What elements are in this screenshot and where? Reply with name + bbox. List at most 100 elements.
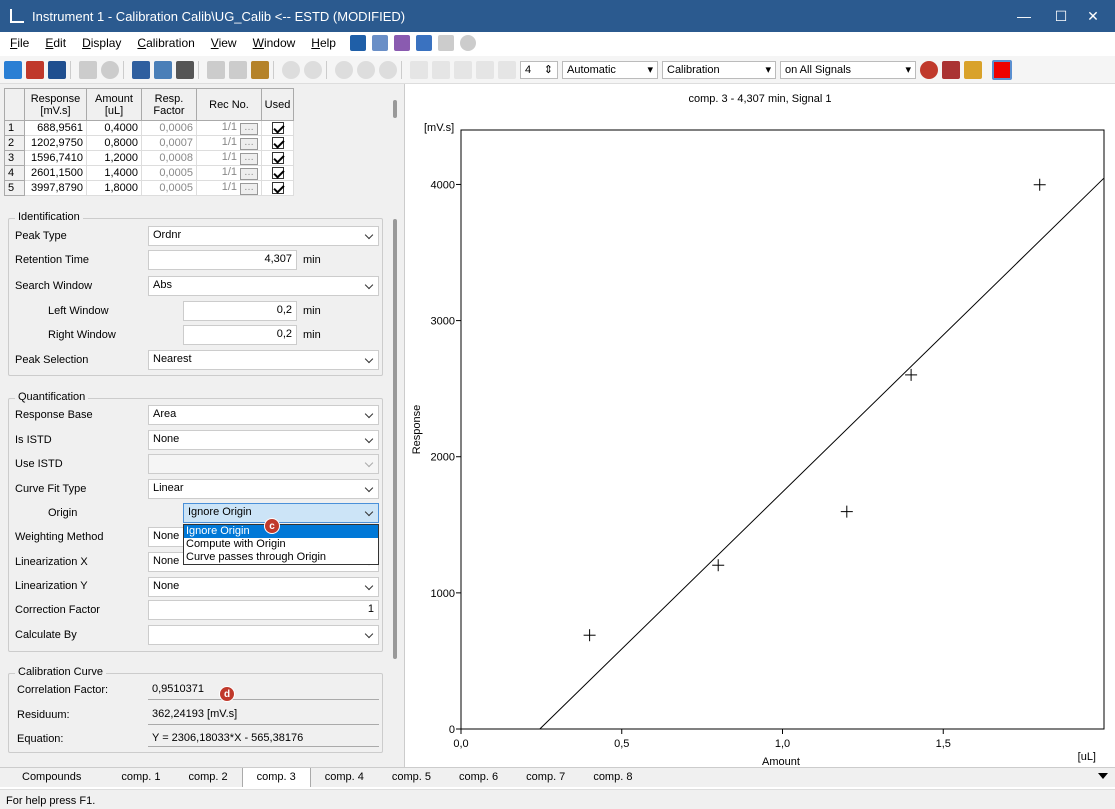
peak-tool-5-icon[interactable] (498, 60, 516, 79)
table-row[interactable]: 3 1596,7410 1,2000 0,0008 1/1… (4, 150, 294, 166)
menu-item-0[interactable]: File (0, 36, 35, 50)
menu-item-5[interactable]: Window (243, 36, 302, 50)
report-icon[interactable] (415, 35, 432, 51)
filter-icon[interactable] (964, 60, 982, 79)
col-recno[interactable]: Rec No. (196, 88, 262, 121)
zoom-in-icon[interactable] (335, 60, 353, 79)
image-icon[interactable] (437, 35, 454, 51)
calibration-point-5[interactable] (1033, 178, 1046, 191)
peak-type-select[interactable]: Ordnr (148, 226, 379, 246)
cell-response[interactable]: 1202,9750 (24, 135, 87, 151)
disc-icon[interactable] (459, 35, 476, 51)
option-ignore-origin[interactable]: Ignore Origin (184, 525, 378, 538)
option-curve-through-origin[interactable]: Curve passes through Origin (184, 551, 378, 564)
open-folder-icon[interactable] (26, 60, 44, 79)
stop-icon[interactable] (992, 59, 1012, 80)
calculate-by-select[interactable] (148, 625, 379, 645)
used-checkbox[interactable] (271, 122, 284, 135)
table-row[interactable]: 1 688,9561 0,4000 0,0006 1/1… (4, 120, 294, 136)
table-row[interactable]: 2 1202,9750 0,8000 0,0007 1/1… (4, 135, 294, 151)
tabs-dropdown-icon[interactable] (1098, 773, 1108, 779)
table-row[interactable]: 4 2601,1500 1,4000 0,0005 1/1… (4, 165, 294, 181)
rec-browse-button[interactable]: … (240, 123, 258, 135)
cell-n[interactable]: 2 (4, 135, 25, 151)
correction-factor-input[interactable]: 1 (148, 600, 379, 620)
cell-amount[interactable]: 0,8000 (86, 135, 142, 151)
level-spinner[interactable]: 4 ⇕ (520, 60, 558, 79)
left-window-input[interactable]: 0,2 (183, 301, 297, 321)
peak-tool-4-icon[interactable] (476, 60, 494, 79)
cancel-icon[interactable] (101, 60, 119, 79)
cell-amount[interactable]: 1,4000 (86, 165, 142, 181)
search-window-select[interactable]: Abs (148, 276, 379, 296)
cell-amount[interactable]: 0,4000 (86, 120, 142, 136)
tab-0[interactable]: Compounds (0, 768, 107, 787)
method-icon[interactable] (371, 35, 388, 51)
cell-n[interactable]: 3 (4, 150, 25, 166)
mode-select[interactable]: Automatic ▾ (562, 60, 658, 79)
used-checkbox[interactable] (271, 167, 284, 180)
origin-select[interactable]: Ignore Origin (183, 503, 379, 523)
cut-icon[interactable] (207, 60, 225, 79)
tab-2[interactable]: comp. 2 (174, 768, 241, 787)
close-button[interactable]: ✕ (1071, 0, 1115, 32)
rec-browse-button[interactable]: … (240, 183, 258, 195)
copy-icon[interactable] (229, 60, 247, 79)
recalibrate-icon[interactable] (920, 60, 938, 79)
paste-icon[interactable] (251, 60, 269, 79)
used-checkbox[interactable] (271, 137, 284, 150)
menu-item-4[interactable]: View (201, 36, 243, 50)
peak-selection-select[interactable]: Nearest (148, 350, 379, 370)
col-amount[interactable]: Amount [uL] (86, 88, 142, 121)
used-checkbox[interactable] (271, 152, 284, 165)
cell-factor[interactable]: 0,0008 (141, 150, 197, 166)
tab-4[interactable]: comp. 4 (311, 768, 378, 787)
col-factor[interactable]: Resp. Factor (141, 88, 197, 121)
peak-tool-3-icon[interactable] (454, 60, 472, 79)
tab-8[interactable]: comp. 8 (579, 768, 646, 787)
menu-item-6[interactable]: Help (301, 36, 342, 50)
view-select[interactable]: Calibration ▾ (662, 60, 776, 79)
tab-7[interactable]: comp. 7 (512, 768, 579, 787)
cell-rec[interactable]: 1/1… (196, 120, 262, 136)
save-icon[interactable] (48, 60, 66, 79)
tab-3[interactable]: comp. 3 (241, 768, 311, 787)
rec-browse-button[interactable]: … (240, 153, 258, 165)
cell-rec[interactable]: 1/1… (196, 165, 262, 181)
cell-rec[interactable]: 1/1… (196, 180, 262, 196)
zoom-out-icon[interactable] (357, 60, 375, 79)
cell-amount[interactable]: 1,2000 (86, 150, 142, 166)
form-scrollbar[interactable] (393, 219, 397, 659)
cell-factor[interactable]: 0,0005 (141, 180, 197, 196)
tab-6[interactable]: comp. 6 (445, 768, 512, 787)
cell-n[interactable]: 4 (4, 165, 25, 181)
table-row[interactable]: 5 3997,8790 1,8000 0,0005 1/1… (4, 180, 294, 196)
col-used[interactable]: Used (261, 88, 294, 121)
table-scrollbar[interactable] (393, 100, 397, 118)
cell-rec[interactable]: 1/1… (196, 150, 262, 166)
print-icon[interactable] (176, 60, 194, 79)
cell-n[interactable]: 5 (4, 180, 25, 196)
cell-response[interactable]: 688,9561 (24, 120, 87, 136)
rec-browse-button[interactable]: … (240, 138, 258, 150)
cell-amount[interactable]: 1,8000 (86, 180, 142, 196)
cell-rec[interactable]: 1/1… (196, 135, 262, 151)
origin-dropdown-list[interactable]: Ignore Origin Compute with Origin Curve … (183, 524, 379, 565)
calibration-point-1[interactable] (583, 629, 596, 642)
menu-item-3[interactable]: Calibration (127, 36, 200, 50)
chromatogram-icon[interactable] (393, 35, 410, 51)
new-file-icon[interactable] (4, 60, 22, 79)
peak-tool-1-icon[interactable] (410, 60, 428, 79)
signals-select[interactable]: on All Signals ▾ (780, 60, 916, 79)
cell-response[interactable]: 2601,1500 (24, 165, 87, 181)
folder-icon[interactable] (79, 60, 97, 79)
calibration-mode-icon[interactable] (349, 35, 366, 51)
calc-icon[interactable] (132, 60, 150, 79)
peak-tool-2-icon[interactable] (432, 60, 450, 79)
redo-icon[interactable] (304, 60, 322, 79)
cell-response[interactable]: 3997,8790 (24, 180, 87, 196)
rec-browse-button[interactable]: … (240, 168, 258, 180)
cell-n[interactable]: 1 (4, 120, 25, 136)
curve-fit-select[interactable]: Linear (148, 479, 379, 499)
menu-item-1[interactable]: Edit (35, 36, 72, 50)
